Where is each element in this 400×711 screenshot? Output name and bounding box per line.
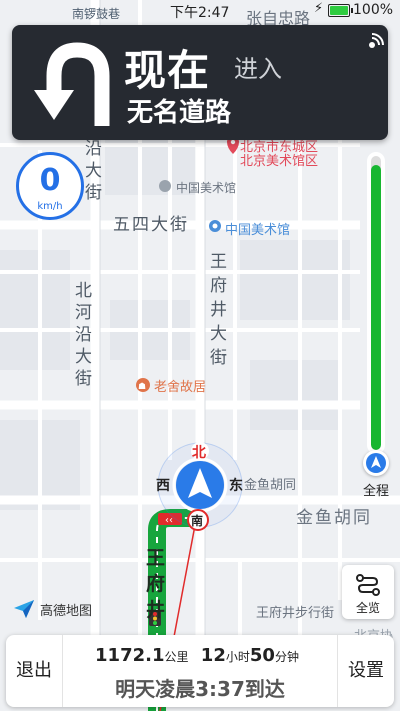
- maneuver-action: 进入: [234, 55, 282, 83]
- route-progress-bar: [367, 152, 385, 454]
- maneuver-distance: 现在: [124, 46, 211, 95]
- u-turn-left-icon: [34, 42, 110, 126]
- battery-percent: 100%: [353, 2, 394, 18]
- remaining-minutes: 50: [249, 645, 275, 666]
- route-progress-fill: [371, 164, 381, 450]
- compass-south: 南: [191, 514, 204, 528]
- turn-guidance-card[interactable]: 现在 进入 无名道路: [12, 25, 388, 140]
- speed-value: 0: [39, 163, 61, 198]
- next-road-name: 无名道路: [127, 98, 232, 128]
- overview-label: 全览: [355, 601, 380, 615]
- trip-summary: 1172.1公里 12小时50分钟 明天凌晨3:37到达: [62, 635, 338, 707]
- compass-east: 东: [229, 478, 243, 494]
- route-overview-button[interactable]: 全览: [342, 565, 394, 619]
- gps-signal-icon[interactable]: [364, 33, 384, 53]
- minutes-unit: 分钟: [274, 650, 299, 664]
- navigation-bottom-bar: 退出 1172.1公里 12小时50分钟 明天凌晨3:37到达 设置: [6, 635, 394, 707]
- compass-north: 北: [192, 445, 206, 461]
- current-position-icon: [363, 450, 389, 476]
- remaining-hours: 12: [200, 645, 226, 666]
- remaining-distance: 1172.1: [95, 645, 165, 666]
- svg-text:☗: ☗: [138, 382, 146, 392]
- exit-navigation-button[interactable]: 退出: [6, 635, 63, 707]
- amap-logo-icon: [14, 600, 34, 618]
- trip-remaining: 1172.1公里 12小时50分钟: [62, 645, 338, 666]
- arrival-time: 明天凌晨3:37到达: [115, 677, 285, 701]
- navigation-settings-button[interactable]: 设置: [337, 635, 394, 707]
- route-overview-icon: [356, 574, 380, 596]
- compass-west: 西: [156, 478, 170, 494]
- speedometer: 0 km/h: [16, 152, 84, 220]
- route-progress-label: 全程: [362, 484, 389, 499]
- amap-logo-text: 高德地图: [40, 604, 93, 619]
- status-time: 下午2:47: [170, 5, 230, 21]
- hours-unit: 小时: [225, 650, 250, 664]
- charging-icon: ⚡: [314, 1, 324, 16]
- status-bar: 下午2:47 ⚡ 100%: [0, 0, 400, 22]
- battery-icon: [328, 4, 353, 17]
- remaining-distance-unit: 公里: [164, 650, 189, 664]
- speed-unit: km/h: [37, 201, 63, 212]
